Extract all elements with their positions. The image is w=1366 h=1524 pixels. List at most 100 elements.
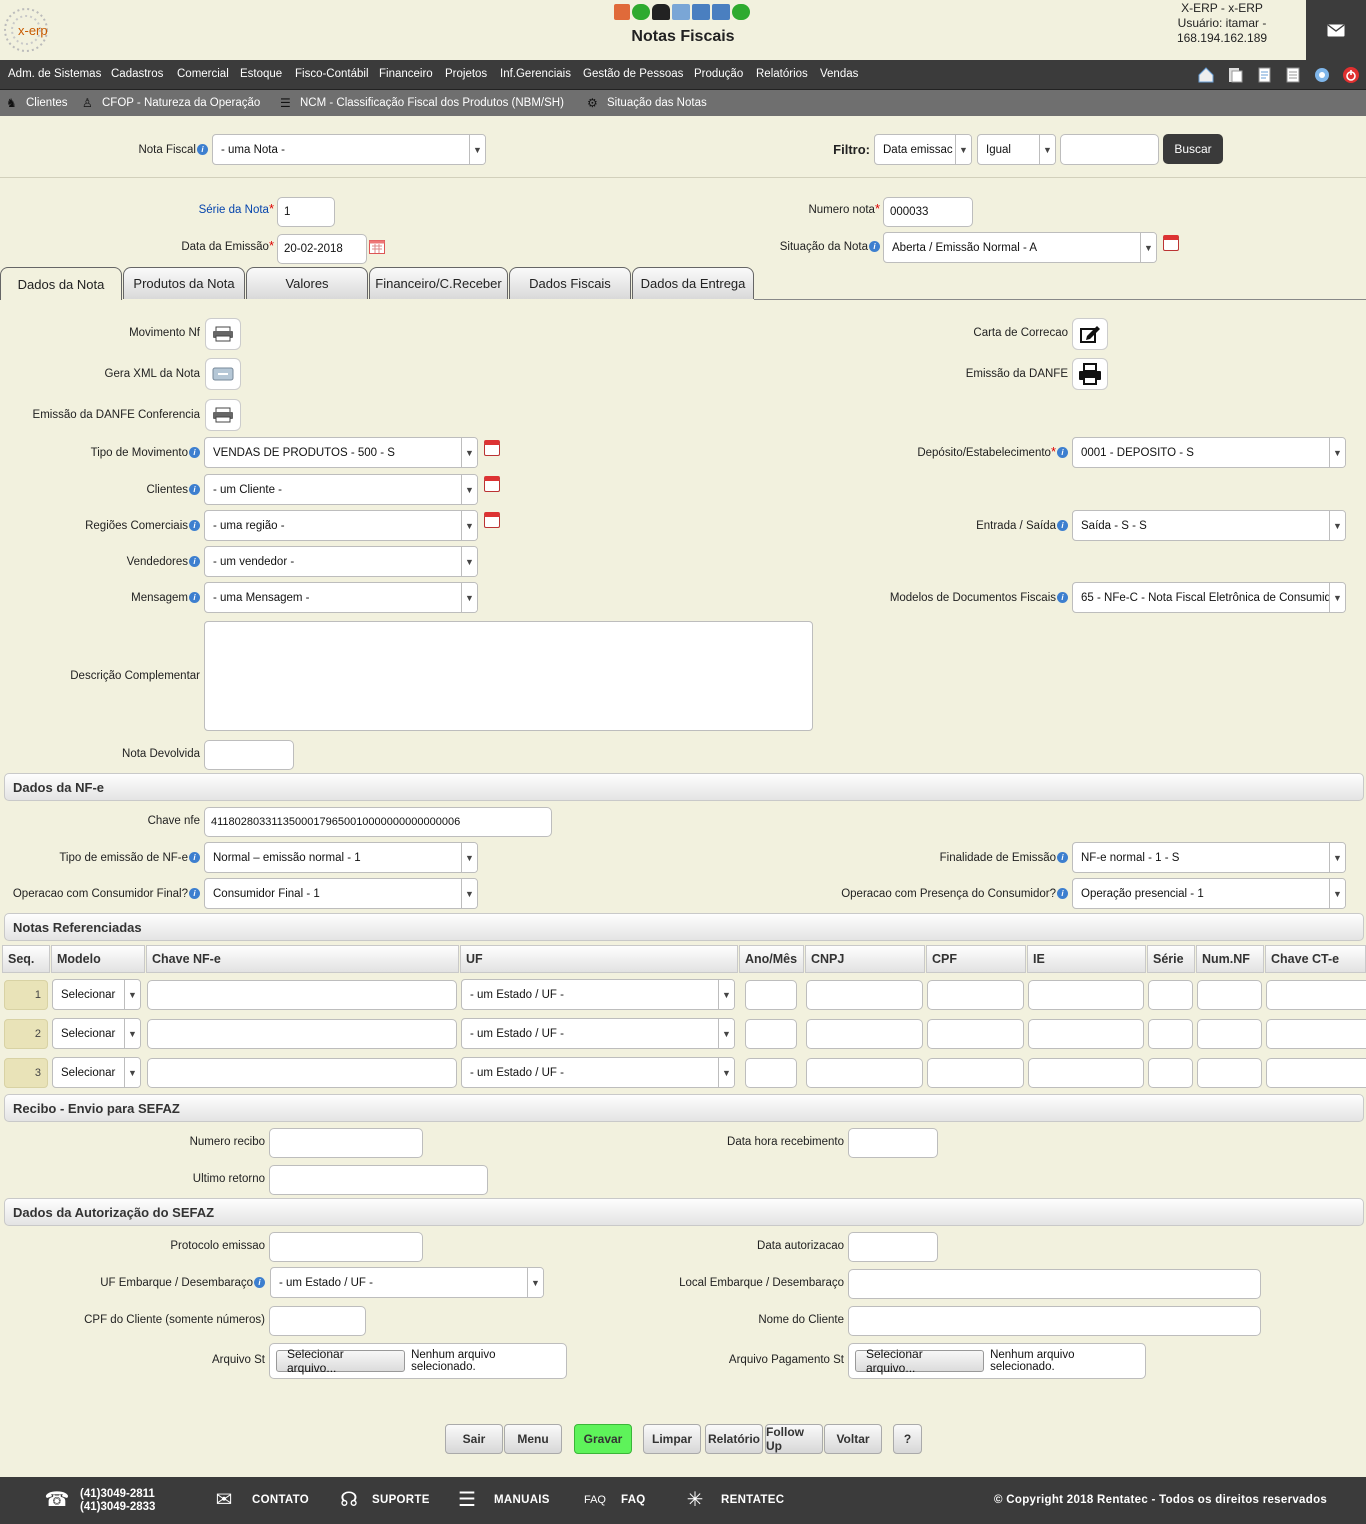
arquivo-st-button[interactable]: Selecionar arquivo... xyxy=(276,1347,406,1375)
transfer-icon-2[interactable] xyxy=(712,4,730,20)
menu-producao[interactable]: Produção xyxy=(694,68,743,80)
arquivo-pagamento-button[interactable]: Selecionar arquivo... xyxy=(855,1347,985,1375)
footer-manuais-link[interactable]: MANUAIS xyxy=(494,1494,550,1506)
ref-ano-mes-input[interactable] xyxy=(745,980,797,1010)
menu-inf-gerenciais[interactable]: Inf.Gerenciais xyxy=(500,68,571,80)
filtro-operator-select[interactable]: Igual ▼ xyxy=(977,134,1056,165)
report-icon[interactable] xyxy=(614,4,630,20)
menu-gestao-pessoas[interactable]: Gestão de Pessoas xyxy=(583,68,683,80)
tab-dados-entrega[interactable]: Dados da Entrega xyxy=(632,267,754,299)
ref-cpf-input[interactable] xyxy=(927,1019,1024,1049)
calendar-add-icon[interactable] xyxy=(1163,235,1179,251)
menu-cadastros[interactable]: Cadastros xyxy=(111,68,163,80)
nota-devolvida-input[interactable] xyxy=(204,740,294,770)
data-autorizacao-input[interactable] xyxy=(848,1232,938,1262)
ref-cnpj-input[interactable] xyxy=(806,1058,923,1088)
link-ncm[interactable]: ☰ NCM - Classificação Fiscal dos Produtos… xyxy=(280,96,564,110)
nota-fiscal-select[interactable]: - uma Nota - ▼ xyxy=(212,134,486,165)
info-icon[interactable]: i xyxy=(189,520,200,531)
calendar-add-icon[interactable] xyxy=(484,512,500,528)
ref-modelo-select[interactable]: Selecionar ▼ xyxy=(52,1057,141,1088)
data-recebimento-input[interactable] xyxy=(848,1128,938,1158)
print-icon[interactable] xyxy=(1226,66,1244,84)
calendar-icon[interactable] xyxy=(369,239,385,254)
local-embarque-input[interactable] xyxy=(848,1269,1261,1299)
modelos-select[interactable]: 65 - NFe-C - Nota Fiscal Eletrônica de C… xyxy=(1072,582,1346,613)
ref-num-nf-input[interactable] xyxy=(1197,1019,1262,1049)
footer-faq-link[interactable]: FAQ xyxy=(621,1494,646,1506)
uf-embarque-select[interactable]: - um Estado / UF - ▼ xyxy=(270,1267,544,1298)
info-icon[interactable]: i xyxy=(1057,592,1068,603)
ref-chave-cte-input[interactable] xyxy=(1266,1019,1366,1049)
network-icon[interactable] xyxy=(672,4,690,20)
follow-up-button[interactable]: Follow Up xyxy=(765,1424,823,1454)
footer-suporte-link[interactable]: SUPORTE xyxy=(372,1494,430,1506)
notes-icon[interactable] xyxy=(1284,66,1302,84)
consumidor-final-select[interactable]: Consumidor Final - 1 ▼ xyxy=(204,878,478,909)
ref-chave-cte-input[interactable] xyxy=(1266,980,1366,1010)
chave-nfe-input[interactable]: 4118028033113500017965001000000000000000… xyxy=(204,807,552,837)
ref-modelo-select[interactable]: Selecionar ▼ xyxy=(52,1018,141,1049)
tab-financeiro[interactable]: Financeiro/C.Receber xyxy=(369,267,508,299)
gera-xml-button[interactable] xyxy=(205,358,241,390)
ref-serie-input[interactable] xyxy=(1148,1058,1193,1088)
presenca-select[interactable]: Operação presencial - 1 ▼ xyxy=(1072,878,1346,909)
footer-rentatec-link[interactable]: RENTATEC xyxy=(721,1494,784,1506)
finalidade-select[interactable]: NF-e normal - 1 - S ▼ xyxy=(1072,842,1346,873)
info-icon[interactable]: i xyxy=(1057,888,1068,899)
menu-adm-sistemas[interactable]: Adm. de Sistemas xyxy=(8,68,101,80)
users-icon[interactable] xyxy=(652,4,670,20)
situacao-select[interactable]: Aberta / Emissão Normal - A ▼ xyxy=(883,232,1157,263)
info-icon[interactable]: i xyxy=(197,144,208,155)
ref-chave-nfe-input[interactable] xyxy=(147,1058,457,1088)
info-icon[interactable]: i xyxy=(189,852,200,863)
ref-num-nf-input[interactable] xyxy=(1197,1058,1262,1088)
emissao-danfe-button[interactable] xyxy=(1072,358,1108,390)
tab-dados-fiscais[interactable]: Dados Fiscais xyxy=(509,267,631,299)
regioes-select[interactable]: - uma região - ▼ xyxy=(204,510,478,541)
danfe-conferencia-button[interactable] xyxy=(205,399,241,431)
menu-projetos[interactable]: Projetos xyxy=(445,68,487,80)
ultimo-retorno-input[interactable] xyxy=(269,1165,488,1195)
calendar-add-icon[interactable] xyxy=(484,476,500,492)
menu-comercial[interactable]: Comercial xyxy=(177,68,229,80)
home-icon[interactable] xyxy=(1197,66,1215,84)
info-icon[interactable]: i xyxy=(1057,852,1068,863)
info-icon[interactable]: i xyxy=(189,447,200,458)
ref-cnpj-input[interactable] xyxy=(806,1019,923,1049)
numero-recibo-input[interactable] xyxy=(269,1128,423,1158)
data-emissao-input[interactable]: 20-02-2018 xyxy=(277,234,367,264)
ref-chave-cte-input[interactable] xyxy=(1266,1058,1366,1088)
gravar-button[interactable]: Gravar xyxy=(574,1424,632,1454)
menu-relatorios[interactable]: Relatórios xyxy=(756,68,808,80)
ref-cpf-input[interactable] xyxy=(927,1058,1024,1088)
tab-dados-nota[interactable]: Dados da Nota xyxy=(0,267,122,300)
info-icon[interactable]: i xyxy=(869,241,880,252)
nome-cliente-input[interactable] xyxy=(848,1306,1261,1336)
ref-ie-input[interactable] xyxy=(1028,1058,1144,1088)
link-situacao[interactable]: ⚙ Situação das Notas xyxy=(587,96,707,110)
mensagem-select[interactable]: - uma Mensagem - ▼ xyxy=(204,582,478,613)
help-globe-icon[interactable] xyxy=(1313,66,1331,84)
ref-ie-input[interactable] xyxy=(1028,980,1144,1010)
cpf-cliente-input[interactable] xyxy=(269,1306,366,1336)
tipo-emissao-select[interactable]: Normal – emissão normal - 1 ▼ xyxy=(204,842,478,873)
link-cfop[interactable]: ♙ CFOP - Natureza da Operação xyxy=(82,96,260,110)
add-green-icon-2[interactable] xyxy=(732,4,750,20)
tab-produtos-nota[interactable]: Produtos da Nota xyxy=(123,267,245,299)
link-clientes[interactable]: ♞ Clientes xyxy=(6,96,68,110)
menu-fisco-contabil[interactable]: Fisco-Contábil xyxy=(295,68,369,80)
transfer-icon[interactable] xyxy=(692,4,710,20)
ref-serie-input[interactable] xyxy=(1148,980,1193,1010)
clientes-select[interactable]: - um Cliente - ▼ xyxy=(204,474,478,505)
descricao-textarea[interactable] xyxy=(204,621,813,731)
voltar-button[interactable]: Voltar xyxy=(824,1424,882,1454)
info-icon[interactable]: i xyxy=(1057,520,1068,531)
deposito-select[interactable]: 0001 - DEPOSITO - S ▼ xyxy=(1072,437,1346,468)
ref-chave-nfe-input[interactable] xyxy=(147,1019,457,1049)
ref-chave-nfe-input[interactable] xyxy=(147,980,457,1010)
ref-cpf-input[interactable] xyxy=(927,980,1024,1010)
ref-serie-input[interactable] xyxy=(1148,1019,1193,1049)
ref-modelo-select[interactable]: Selecionar ▼ xyxy=(52,979,141,1010)
ref-ie-input[interactable] xyxy=(1028,1019,1144,1049)
